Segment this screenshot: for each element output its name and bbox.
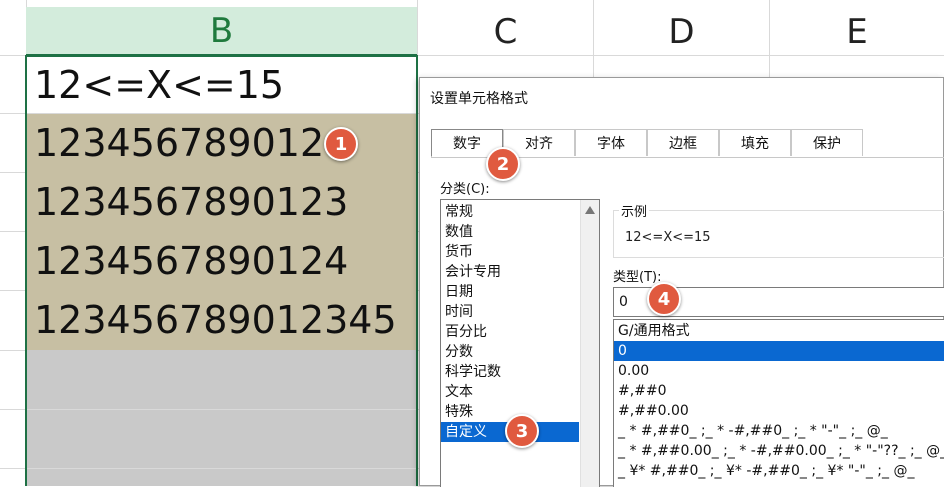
- category-item[interactable]: 百分比: [441, 322, 585, 342]
- category-item[interactable]: 文本: [441, 382, 585, 402]
- category-item[interactable]: 日期: [441, 282, 585, 302]
- column-header-c[interactable]: C: [418, 7, 593, 56]
- category-item[interactable]: 分数: [441, 342, 585, 362]
- category-item[interactable]: 常规: [441, 202, 585, 222]
- type-item[interactable]: #,##0: [614, 381, 944, 401]
- step-badge-4: 4: [647, 282, 681, 316]
- grid-line: [417, 0, 418, 486]
- tab-protection[interactable]: 保护: [791, 129, 863, 156]
- type-item[interactable]: _ * #,##0.00_ ;_ * -#,##0.00_ ;_ * "-"??…: [614, 441, 944, 461]
- tab-fill[interactable]: 填充: [719, 129, 791, 156]
- type-label: 类型(T):: [613, 270, 662, 285]
- category-item[interactable]: 会计专用: [441, 262, 585, 282]
- sample-value: 12<=X<=15: [625, 230, 711, 245]
- type-item[interactable]: G/通用格式: [614, 321, 944, 341]
- column-header-b[interactable]: B: [26, 7, 417, 56]
- scroll-up-icon[interactable]: [585, 206, 595, 214]
- type-item[interactable]: _ ¥* #,##0_ ;_ ¥* -#,##0_ ;_ ¥* "-"_ ;_ …: [614, 461, 944, 481]
- cell-b-row2[interactable]: 1234567890123: [26, 172, 417, 231]
- cell-b-empty[interactable]: [26, 469, 417, 486]
- type-item[interactable]: _ * #,##0_ ;_ * -#,##0_ ;_ * "-"_ ;_ @_: [614, 421, 944, 441]
- dialog-title: 设置单元格格式: [430, 91, 528, 107]
- cell-b-empty[interactable]: [26, 350, 417, 409]
- cell-b-empty[interactable]: [26, 410, 417, 468]
- category-item[interactable]: 货币: [441, 242, 585, 262]
- category-item[interactable]: 数值: [441, 222, 585, 242]
- category-item[interactable]: 科学记数: [441, 362, 585, 382]
- tab-border[interactable]: 边框: [647, 129, 719, 156]
- cell-b-header[interactable]: 12<=X<=15: [26, 56, 417, 113]
- sample-label: 示例: [619, 201, 650, 220]
- step-badge-1: 1: [324, 127, 358, 161]
- tab-font[interactable]: 字体: [575, 129, 647, 156]
- cell-b-row4[interactable]: 123456789012345: [26, 290, 417, 350]
- column-header-e[interactable]: E: [770, 7, 944, 56]
- type-item[interactable]: 0.00: [614, 361, 944, 381]
- step-badge-2: 2: [486, 147, 520, 181]
- category-label: 分类(C):: [440, 182, 490, 197]
- step-badge-3: 3: [505, 414, 539, 448]
- cell-b-row1[interactable]: 123456789012: [26, 114, 417, 172]
- type-item-selected[interactable]: 0: [614, 341, 944, 361]
- column-header-d[interactable]: D: [594, 7, 769, 56]
- cell-b-row3[interactable]: 1234567890124: [26, 231, 417, 290]
- category-item[interactable]: 时间: [441, 302, 585, 322]
- type-list[interactable]: G/通用格式 0 0.00 #,##0 #,##0.00 _ * #,##0_ …: [613, 319, 944, 487]
- format-cells-dialog: 设置单元格格式 数字 对齐 字体 边框 填充 保护 分类(C): 常规 数值 货…: [419, 77, 944, 487]
- type-item[interactable]: #,##0.00: [614, 401, 944, 421]
- category-scrollbar[interactable]: [580, 200, 599, 487]
